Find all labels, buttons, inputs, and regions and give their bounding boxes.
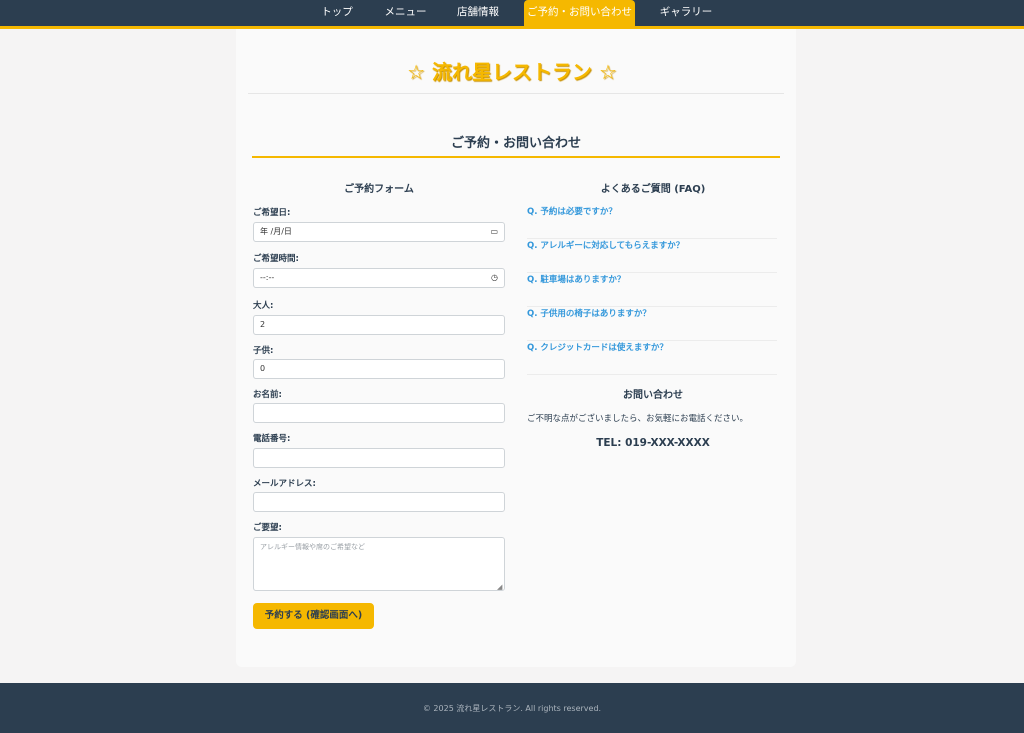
nav-item-top[interactable]: トップ	[312, 0, 362, 26]
nav-item-store-info[interactable]: 店舗情報	[450, 0, 506, 26]
date-input[interactable]: 年 /月/日 ▭	[253, 222, 505, 242]
phone-input[interactable]	[253, 448, 505, 468]
faq-item-child-chair[interactable]: Q. 子供用の椅子はありますか？	[527, 306, 777, 341]
name-label: お名前:	[253, 390, 282, 400]
adults-label: 大人:	[253, 301, 274, 311]
faq-heading: よくあるご質問 (FAQ)	[600, 184, 706, 195]
adults-input[interactable]: 2	[253, 315, 505, 335]
reservation-form-heading: ご予約フォーム	[344, 184, 414, 195]
faq-item-credit-card[interactable]: Q. クレジットカードは使えますか？	[527, 340, 777, 375]
calendar-icon[interactable]: ▭	[490, 223, 498, 241]
contact-heading: お問い合わせ	[623, 390, 683, 401]
date-label: ご希望日:	[253, 208, 291, 218]
nav-item-gallery[interactable]: ギャラリー	[652, 0, 720, 26]
contact-phone: TEL: 019-XXX-XXXX	[596, 437, 710, 449]
name-input[interactable]	[253, 403, 505, 423]
phone-label: 電話番号:	[253, 434, 291, 444]
nav-item-reservation[interactable]: ご予約・お問い合わせ	[524, 0, 635, 26]
section-divider	[252, 156, 780, 158]
top-navigation: トップ メニュー 店舗情報 ご予約・お問い合わせ ギャラリー	[0, 0, 1024, 29]
adults-input-value: 2	[260, 320, 266, 329]
nav-item-menu[interactable]: メニュー	[378, 0, 433, 26]
time-label: ご希望時間:	[253, 254, 299, 264]
children-input[interactable]: 0	[253, 359, 505, 379]
clock-icon[interactable]: ◷	[491, 269, 498, 287]
copyright-text: © 2025 流れ星レストラン. All rights reserved.	[422, 704, 602, 713]
faq-item-parking[interactable]: Q. 駐車場はありますか？	[527, 272, 777, 307]
contact-text: ご不明な点がございましたら、お気軽にお電話ください。	[527, 414, 749, 424]
email-input[interactable]	[253, 492, 505, 512]
children-input-value: 0	[260, 364, 266, 373]
title-divider	[248, 93, 784, 94]
page-title: ご予約・お問い合わせ	[450, 136, 581, 151]
resize-grip-icon[interactable]: ◢	[497, 583, 502, 591]
faq-item-reservation-required[interactable]: Q. 予約は必要ですか？	[527, 204, 777, 239]
request-label: ご要望:	[253, 523, 282, 533]
site-title: ☆ 流れ星レストラン ☆	[407, 60, 617, 84]
footer: © 2025 流れ星レストラン. All rights reserved.	[0, 683, 1024, 733]
request-textarea[interactable]	[253, 537, 505, 591]
email-label: メールアドレス:	[253, 479, 316, 489]
faq-item-allergy[interactable]: Q. アレルギーに対応してもらえますか？	[527, 238, 777, 273]
submit-reservation-button[interactable]: 予約する (確認画面へ)	[253, 603, 374, 629]
time-input[interactable]: --:-- ◷	[253, 268, 505, 288]
children-label: 子供:	[253, 346, 274, 356]
time-input-value: --:--	[260, 273, 275, 282]
date-input-value: 年 /月/日	[260, 227, 292, 236]
